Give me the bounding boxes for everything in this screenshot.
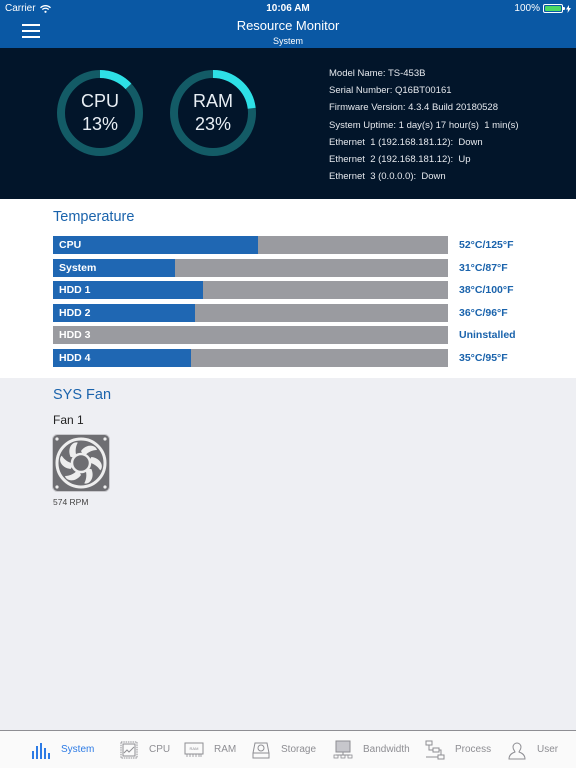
network-monitor-icon [333, 740, 353, 758]
tab-ram[interactable]: RAM RAM [184, 731, 251, 768]
sys-fan-title: SYS Fan [53, 387, 112, 403]
temp-value: 38°C/100°F [459, 284, 514, 296]
temp-value: 52°C/125°F [459, 239, 514, 251]
fan-rpm: 574 RPM [53, 497, 89, 507]
temp-bar-fill [53, 236, 259, 254]
temp-label: HDD 2 [59, 306, 91, 319]
ram-gauge-label: RAM [193, 91, 233, 111]
temp-label: System [59, 261, 97, 274]
temp-row-hdd1: HDD 1 38°C/100°F [53, 281, 523, 299]
tab-storage[interactable]: Storage [251, 731, 333, 768]
temp-bar-track [53, 236, 448, 254]
tab-process[interactable]: Process [425, 731, 507, 768]
tab-system[interactable]: System [31, 731, 119, 768]
fan-icon [52, 434, 110, 492]
page-subtitle: System [272, 36, 303, 46]
firmware-version: Firmware Version: 4.3.4 Build 20180528 [329, 102, 498, 114]
temperature-section: Temperature CPU 52°C/125°F System 31°C/8… [0, 199, 576, 378]
temp-label: HDD 1 [59, 284, 91, 296]
model-name: Model Name: TS-453B [329, 68, 426, 79]
page-title: Resource Monitor [236, 18, 340, 33]
clock: 10:06 AM [266, 3, 310, 14]
ram-module-icon: RAM [184, 742, 204, 757]
temperature-title: Temperature [53, 209, 135, 225]
fan-name: Fan 1 [53, 413, 84, 427]
sys-fan-section: SYS Fan Fan 1 [0, 378, 576, 730]
bottom-tab-bar: System CPU RAM RAM Storage Bandwidth Pro… [0, 730, 576, 768]
cpu-gauge: CPU 13% [55, 68, 145, 158]
temp-row-cpu: CPU 52°C/125°F [53, 236, 523, 254]
temp-value: 31°C/87°F [459, 261, 508, 274]
disk-drive-icon [252, 742, 270, 758]
process-flow-icon [425, 740, 445, 759]
navigation-bar: Resource Monitor System [0, 16, 576, 48]
tab-user[interactable]: User [507, 731, 567, 768]
temp-row-hdd3: HDD 3 Uninstalled [53, 326, 523, 344]
battery-percent: 100% [514, 3, 540, 14]
ram-gauge: RAM 23% [168, 68, 258, 158]
ethernet-2-status: Ethernet 2 (192.168.181.12): Up [329, 153, 471, 165]
tab-bandwidth[interactable]: Bandwidth [333, 731, 425, 768]
tab-label: Bandwidth [363, 744, 410, 755]
temp-value: 35°C/95°F [459, 351, 508, 364]
serial-number: Serial Number: Q16BT00161 [329, 85, 452, 97]
tab-cpu[interactable]: CPU [119, 731, 184, 768]
charging-bolt-icon [566, 4, 571, 13]
ethernet-1-status: Ethernet 1 (192.168.181.12): Down [329, 136, 483, 148]
battery-status: 100% [514, 3, 571, 14]
temp-label: HDD 3 [59, 329, 91, 341]
system-overview: CPU 13% RAM 23% Model Name: TS-453B Seri… [0, 48, 576, 199]
ram-gauge-value: 23% [194, 114, 232, 134]
temp-bar-track [53, 258, 448, 277]
user-icon [508, 742, 526, 759]
tab-label: User [537, 744, 559, 755]
system-uptime: System Uptime: 1 day(s) 17 hour(s) 1 min… [329, 119, 519, 131]
temp-value: Uninstalled [459, 329, 516, 341]
temp-bar-track [53, 326, 448, 344]
cpu-gauge-value: 13% [81, 114, 119, 134]
ethernet-3-status: Ethernet 3 (0.0.0.0): Down [329, 171, 446, 183]
cpu-chip-icon [120, 741, 138, 758]
temp-row-hdd2: HDD 2 36°C/96°F [53, 303, 523, 322]
tab-label: Process [455, 744, 492, 755]
temp-bar-track [53, 281, 448, 299]
temp-bar-track [53, 348, 448, 367]
temp-label: CPU [59, 239, 82, 251]
temp-label: HDD 4 [59, 351, 91, 364]
battery-icon [543, 4, 565, 13]
tab-label: CPU [149, 744, 171, 755]
system-info-list: Model Name: TS-453B Serial Number: Q16BT… [329, 67, 519, 187]
tab-label: System [61, 744, 95, 755]
svg-text:RAM: RAM [190, 746, 199, 751]
tab-label: Storage [281, 744, 317, 755]
temp-bar-track [53, 303, 448, 322]
status-bar: Carrier 10:06 AM 100% [0, 0, 576, 16]
bar-chart-icon [32, 742, 50, 759]
temp-row-system: System 31°C/87°F [53, 258, 523, 277]
temp-value: 36°C/96°F [459, 306, 508, 319]
cpu-gauge-label: CPU [80, 91, 119, 111]
tab-label: RAM [214, 744, 237, 755]
temp-row-hdd4: HDD 4 35°C/95°F [53, 348, 523, 367]
